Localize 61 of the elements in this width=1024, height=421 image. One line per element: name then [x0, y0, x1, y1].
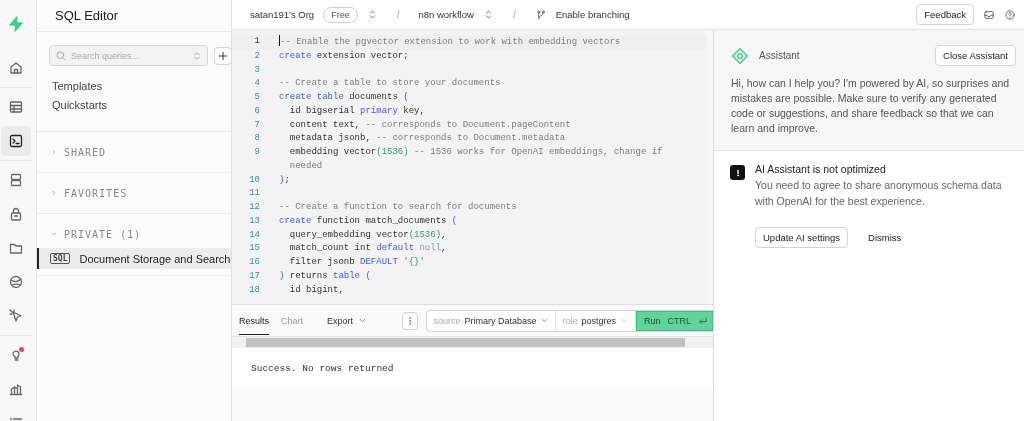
line-number: 5 [253, 91, 261, 104]
run-button[interactable]: Run CTRL [635, 310, 713, 331]
line-number: 10 [248, 173, 261, 187]
notice-title: AI Assistant is not optimized [755, 163, 887, 175]
line-number: 8 [253, 132, 261, 146]
page-title: SQL Editor [55, 8, 119, 23]
code-line: ); [279, 173, 291, 187]
code-line: embedding vector(1536) -- 1536 works for OpenAI embeddings, change if needed [288, 146, 664, 173]
line-number: 9 [253, 146, 261, 159]
line-number: 11 [248, 187, 261, 201]
code-line: id bigint, [288, 283, 345, 297]
separator: / [396, 9, 400, 20]
line-number: 1 [253, 35, 261, 48]
source-dropdown[interactable]: source Primary Database [427, 310, 557, 331]
line-number: 12 [248, 201, 261, 214]
project-name[interactable]: n8n workflow [418, 9, 474, 20]
export-menu[interactable]: Export [327, 315, 368, 326]
sql-tag: SQL [50, 253, 71, 264]
section-header[interactable]: PRIVATE (1) [64, 228, 142, 240]
dismiss-button[interactable]: Dismiss [860, 227, 910, 248]
sidebar-link[interactable]: Quickstarts [52, 99, 107, 111]
separator: / [512, 9, 516, 20]
line-number: 18 [248, 283, 261, 297]
code-line: query_embedding vector(1536), [288, 228, 448, 242]
org-name[interactable]: satan191's Org [250, 9, 315, 20]
feedback-button[interactable]: Feedback [916, 4, 974, 25]
code-line: create table documents ( [279, 91, 410, 104]
code-line: -- Create a function to search for documents [279, 201, 518, 214]
role-dropdown[interactable]: role postgres [556, 310, 636, 331]
results-tab[interactable]: Results [239, 306, 269, 335]
line-number: 16 [248, 256, 261, 269]
section-header[interactable]: SHARED [64, 146, 107, 158]
code-line: create function match_documents ( [279, 214, 459, 228]
sidebar-link[interactable]: Templates [52, 80, 103, 92]
line-number: 4 [253, 77, 261, 91]
line-number: 6 [253, 104, 261, 118]
line-number: 13 [248, 214, 261, 228]
line-number: 3 [253, 63, 261, 77]
search-input[interactable]: Search queries... [71, 50, 188, 61]
close-assistant-button[interactable]: Close Assistant [935, 45, 1016, 66]
code-line: ) returns table ( [279, 269, 372, 283]
code-line: -- Create a table to store your documents [279, 77, 502, 91]
code-line: id bigserial primary key, [288, 104, 426, 118]
result-message: Success. No rows returned [251, 362, 394, 374]
assistant-title: Assistant [759, 50, 800, 61]
code-line: create extension vector; [279, 49, 410, 63]
notice-text: You need to agree to share anonymous schema data with OpenAI for the best experience. [755, 178, 1003, 209]
line-number: 17 [248, 269, 261, 283]
branching-link[interactable]: Enable branching [555, 9, 630, 20]
code-line: filter jsonb DEFAULT '{}' [288, 256, 426, 269]
search-field[interactable]: Search queries... [49, 45, 208, 66]
code-line: metadata jsonb, -- corresponds to Document.metadata [288, 132, 567, 146]
code-line: -- Enable the pgvector extension to work with embedding vectors [279, 35, 622, 49]
query-item[interactable]: SQL Document Storage and Search [37, 248, 231, 269]
line-number: 14 [248, 228, 261, 242]
line-number: 7 [253, 118, 261, 132]
code-line: content text, -- corresponds to Document.pageContent [288, 118, 572, 132]
code-line: match_count int default null, [288, 242, 448, 256]
line-number: 15 [248, 242, 261, 256]
update-settings-button[interactable]: Update AI settings [755, 227, 849, 248]
line-number: 2 [253, 49, 261, 63]
